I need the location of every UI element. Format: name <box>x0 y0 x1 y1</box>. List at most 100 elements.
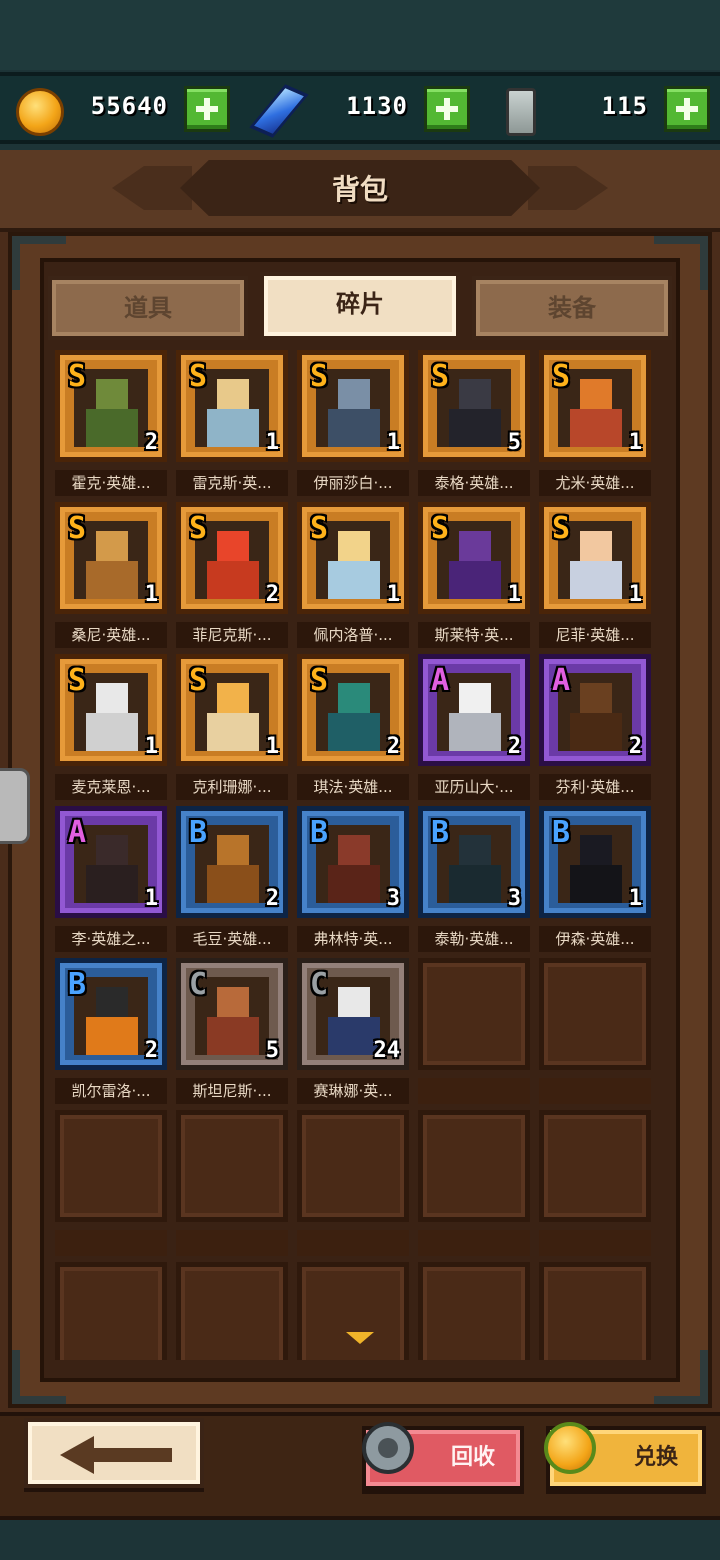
fragment-item[interactable]: S 2 琪法·英雄... <box>297 654 409 800</box>
fragment-item[interactable]: S 2 霍克·英雄... <box>55 350 167 496</box>
rank-badge: S <box>189 359 208 394</box>
side-character-peek <box>0 768 30 844</box>
fragment-count: 5 <box>265 1038 279 1063</box>
portrait-head <box>217 987 249 1017</box>
rank-badge: A <box>431 663 450 698</box>
rank-badge: S <box>68 359 87 394</box>
fragment-item[interactable]: S 1 雷克斯·英... <box>176 350 288 496</box>
fragment-item[interactable]: A 2 亚历山大·... <box>418 654 530 800</box>
scroll-down-icon[interactable] <box>346 1332 374 1344</box>
fragment-card[interactable]: A1 <box>55 806 167 918</box>
fragment-card[interactable]: A2 <box>418 654 530 766</box>
fragment-card[interactable]: S5 <box>418 350 530 462</box>
rank-badge: C <box>189 967 208 1002</box>
exchange-label: 兑换 <box>633 1445 678 1470</box>
fragment-item[interactable]: S 1 克利珊娜·... <box>176 654 288 800</box>
rank-badge: B <box>189 815 208 850</box>
empty-slot <box>539 958 651 1104</box>
fragment-card[interactable]: C 24 <box>297 958 409 1070</box>
portrait-head <box>580 379 612 409</box>
empty-slot <box>55 1110 167 1256</box>
fragment-card[interactable]: S2 <box>176 502 288 614</box>
add-gold-button[interactable] <box>184 86 230 132</box>
footer: 回收 兑换 <box>0 1412 720 1560</box>
fragment-card[interactable]: B2 <box>176 806 288 918</box>
fragment-card[interactable]: S1 <box>297 350 409 462</box>
fragment-item[interactable]: S 2 菲尼克斯·... <box>176 502 288 648</box>
fragment-count: 1 <box>265 734 279 759</box>
fragment-item[interactable]: A 2 芬利·英雄... <box>539 654 651 800</box>
fragment-card[interactable]: S1 <box>539 350 651 462</box>
fragment-card[interactable]: S1 <box>176 350 288 462</box>
fragment-item[interactable]: B 3 泰勒·英雄... <box>418 806 530 952</box>
fragment-item[interactable]: S 5 泰格·英雄... <box>418 350 530 496</box>
back-button[interactable] <box>24 1418 204 1488</box>
fragment-card[interactable]: C5 <box>176 958 288 1070</box>
fragment-card[interactable]: S1 <box>539 502 651 614</box>
fragment-item[interactable]: C 24 赛琳娜·英... <box>297 958 409 1104</box>
portrait-body <box>328 561 380 599</box>
fragment-item[interactable]: A 1 李·英雄之... <box>55 806 167 952</box>
portrait-body <box>86 1017 138 1055</box>
portrait-body <box>86 409 138 447</box>
portrait-body <box>207 1017 259 1055</box>
fragment-card[interactable]: B3 <box>297 806 409 918</box>
empty-card <box>55 1110 167 1222</box>
portrait-body <box>570 561 622 599</box>
rank-badge: S <box>310 663 329 698</box>
portrait-body <box>449 865 501 903</box>
portrait-head <box>459 531 491 561</box>
fragment-item[interactable]: C 5 斯坦尼斯·... <box>176 958 288 1104</box>
empty-card <box>176 1110 288 1222</box>
fragment-card[interactable]: B3 <box>418 806 530 918</box>
empty-slot <box>418 958 530 1104</box>
fragment-card[interactable]: B1 <box>539 806 651 918</box>
fragment-name: 弗林特·英... <box>297 926 409 952</box>
rank-badge: S <box>431 359 450 394</box>
fragment-card[interactable]: S1 <box>55 502 167 614</box>
rank-badge: S <box>310 359 329 394</box>
fragment-card[interactable]: S1 <box>176 654 288 766</box>
fragment-item[interactable]: S 1 尼菲·英雄... <box>539 502 651 648</box>
empty-slot <box>539 1262 651 1360</box>
fragment-card[interactable]: B2 <box>55 958 167 1070</box>
fragment-card[interactable]: S2 <box>297 654 409 766</box>
tab-equipment[interactable]: 装备 <box>472 276 672 340</box>
add-potion-button[interactable] <box>664 86 710 132</box>
fragment-name: 毛豆·英雄... <box>176 926 288 952</box>
fragment-card[interactable]: A2 <box>539 654 651 766</box>
fragment-count: 2 <box>265 582 279 607</box>
fragment-item[interactable]: S 1 佩内洛普·... <box>297 502 409 648</box>
recycle-button[interactable]: 回收 <box>362 1422 524 1490</box>
empty-card <box>539 958 651 1070</box>
fragment-count: 1 <box>144 582 158 607</box>
fragment-count: 1 <box>386 582 400 607</box>
fragment-item[interactable]: S 1 麦克莱恩·... <box>55 654 167 800</box>
add-crystal-button[interactable] <box>424 86 470 132</box>
fragment-item[interactable]: S 1 桑尼·英雄... <box>55 502 167 648</box>
fragment-item[interactable]: S 1 伊丽莎白·... <box>297 350 409 496</box>
portrait-head <box>217 379 249 409</box>
empty-slot <box>418 1262 530 1360</box>
fragment-card[interactable]: S1 <box>297 502 409 614</box>
empty-slot <box>297 1262 409 1360</box>
fragment-item[interactable]: B 1 伊森·英雄... <box>539 806 651 952</box>
fragment-item[interactable]: B 2 毛豆·英雄... <box>176 806 288 952</box>
exchange-button[interactable]: 兑换 <box>544 1422 706 1490</box>
rank-badge: B <box>310 815 329 850</box>
fragment-card[interactable]: S1 <box>418 502 530 614</box>
fragment-name: 霍克·英雄... <box>55 470 167 496</box>
tab-fragments[interactable]: 碎片 <box>260 272 460 340</box>
fragment-item[interactable]: B 2 凯尔雷洛·... <box>55 958 167 1104</box>
fragment-item[interactable]: S 1 尤米·英雄... <box>539 350 651 496</box>
empty-slot <box>55 1262 167 1360</box>
rank-badge: S <box>552 359 571 394</box>
fragment-card[interactable]: S2 <box>55 350 167 462</box>
fragment-card[interactable]: S1 <box>55 654 167 766</box>
fragment-item[interactable]: S 1 斯莱特·英... <box>418 502 530 648</box>
fragment-count: 1 <box>628 430 642 455</box>
fragment-count: 2 <box>628 734 642 759</box>
fragment-item[interactable]: B 3 弗林特·英... <box>297 806 409 952</box>
tab-items[interactable]: 道具 <box>48 276 248 340</box>
empty-name-plate <box>297 1230 409 1256</box>
